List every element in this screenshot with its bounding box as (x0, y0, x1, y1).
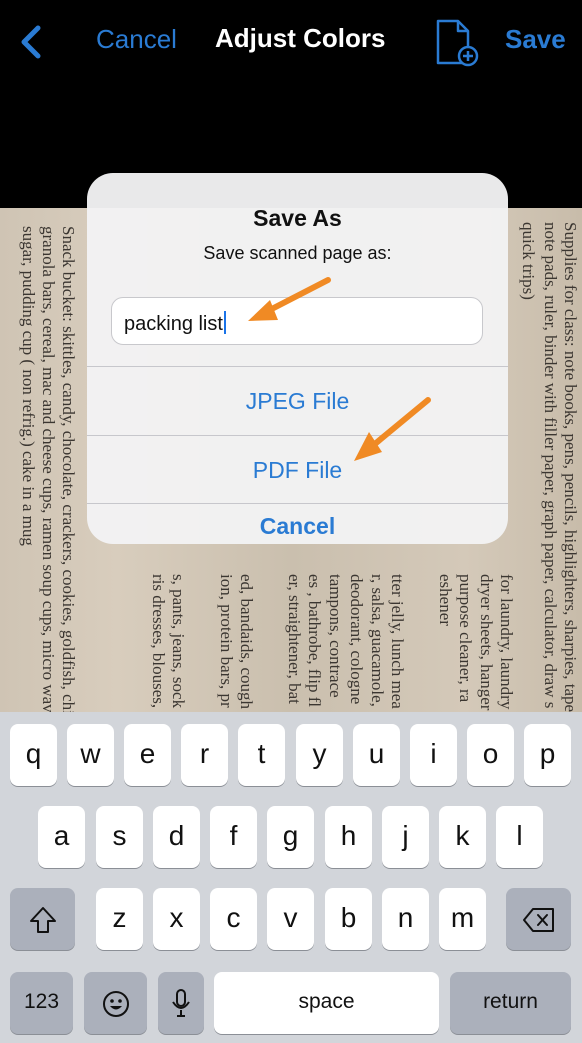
key-g[interactable]: g (267, 806, 314, 868)
numbers-key[interactable]: 123 (10, 972, 73, 1034)
key-z[interactable]: z (96, 888, 143, 950)
key-i[interactable]: i (410, 724, 457, 786)
scan-line: purpose cleaner, ra (456, 574, 475, 703)
scan-line: quick trips) (519, 222, 538, 300)
keyboard: q w e r t y u i o p a s d f g h j k l z … (0, 712, 582, 1043)
scan-line: Snack bucket: skittles, candy, chocolate… (59, 226, 78, 731)
key-h[interactable]: h (325, 806, 372, 868)
key-m[interactable]: m (439, 888, 486, 950)
key-f[interactable]: f (210, 806, 257, 868)
save-as-dialog: Save As Save scanned page as: packing li… (87, 173, 508, 544)
dialog-cancel-button[interactable]: Cancel (87, 504, 508, 544)
save-button[interactable]: Save (505, 24, 566, 55)
scan-line: s, pants, jeans, sock (169, 574, 188, 709)
scan-line: ed, bandaids, cough (237, 574, 256, 710)
microphone-icon (172, 988, 190, 1017)
key-t[interactable]: t (238, 724, 285, 786)
key-e[interactable]: e (124, 724, 171, 786)
key-x[interactable]: x (153, 888, 200, 950)
key-l[interactable]: l (496, 806, 543, 868)
annotation-arrow-icon (248, 277, 331, 321)
key-u[interactable]: u (353, 724, 400, 786)
dialog-message: Save scanned page as: (203, 243, 392, 263)
dialog-title: Save As (253, 205, 342, 231)
scan-line: sugar, pudding cup ( non refrig.) cake i… (19, 226, 38, 546)
scan-line: eshener (436, 574, 455, 626)
nav-bar: Cancel Adjust Colors Save (0, 0, 582, 78)
key-r[interactable]: r (181, 724, 228, 786)
key-s[interactable]: s (96, 806, 143, 868)
space-key[interactable]: space (214, 972, 439, 1034)
key-y[interactable]: y (296, 724, 343, 786)
scan-line: tter jelly, lunch mea (388, 574, 407, 709)
scan-line: deodorant, cologne (347, 574, 366, 705)
key-q[interactable]: q (10, 724, 57, 786)
annotation-arrow-icon (354, 397, 431, 461)
key-w[interactable]: w (67, 724, 114, 786)
new-document-icon[interactable] (434, 18, 480, 68)
scan-line: ris dresses, blouses, (149, 574, 168, 709)
scan-line: Supplies for class: note books, pens, pe… (561, 222, 580, 717)
text-cursor (223, 311, 226, 334)
scan-line: note pads, ruler, binder with filler pap… (541, 222, 560, 709)
scan-line: dryer sheets, hanger (477, 574, 496, 711)
scan-line: ion, protein bars, pr (217, 574, 236, 708)
key-k[interactable]: k (439, 806, 486, 868)
key-n[interactable]: n (382, 888, 429, 950)
scan-line: es , bathrobe, flip fl (305, 574, 324, 708)
key-p[interactable]: p (524, 724, 571, 786)
return-key[interactable]: return (450, 972, 571, 1034)
emoji-key[interactable] (84, 972, 147, 1034)
key-d[interactable]: d (153, 806, 200, 868)
scan-line: for laundry, laundry (497, 574, 516, 710)
filename-value: packing list (124, 313, 223, 335)
key-o[interactable]: o (467, 724, 514, 786)
key-v[interactable]: v (267, 888, 314, 950)
emoji-icon (102, 990, 129, 1017)
page-title: Adjust Colors (215, 23, 386, 53)
key-j[interactable]: j (382, 806, 429, 868)
filename-text-wrap: packing list (124, 311, 226, 336)
nav-cancel-button[interactable]: Cancel (96, 24, 177, 55)
dictation-key[interactable] (158, 972, 204, 1034)
back-icon[interactable] (14, 22, 48, 62)
key-b[interactable]: b (325, 888, 372, 950)
scan-line: r, salsa, guacamole, (368, 574, 387, 707)
shift-key[interactable] (10, 888, 75, 950)
pdf-file-button[interactable]: PDF File (87, 436, 508, 504)
jpeg-file-button[interactable]: JPEG File (87, 367, 508, 435)
delete-key[interactable] (506, 888, 571, 950)
scan-line: er, straightener, bat (285, 574, 304, 704)
scan-line: tampons, contrace (326, 574, 345, 698)
key-c[interactable]: c (210, 888, 257, 950)
backspace-icon (522, 907, 554, 932)
scan-line: granola bars, cereal, mac and cheese cup… (39, 226, 58, 721)
key-a[interactable]: a (38, 806, 85, 868)
shift-icon (29, 906, 56, 933)
